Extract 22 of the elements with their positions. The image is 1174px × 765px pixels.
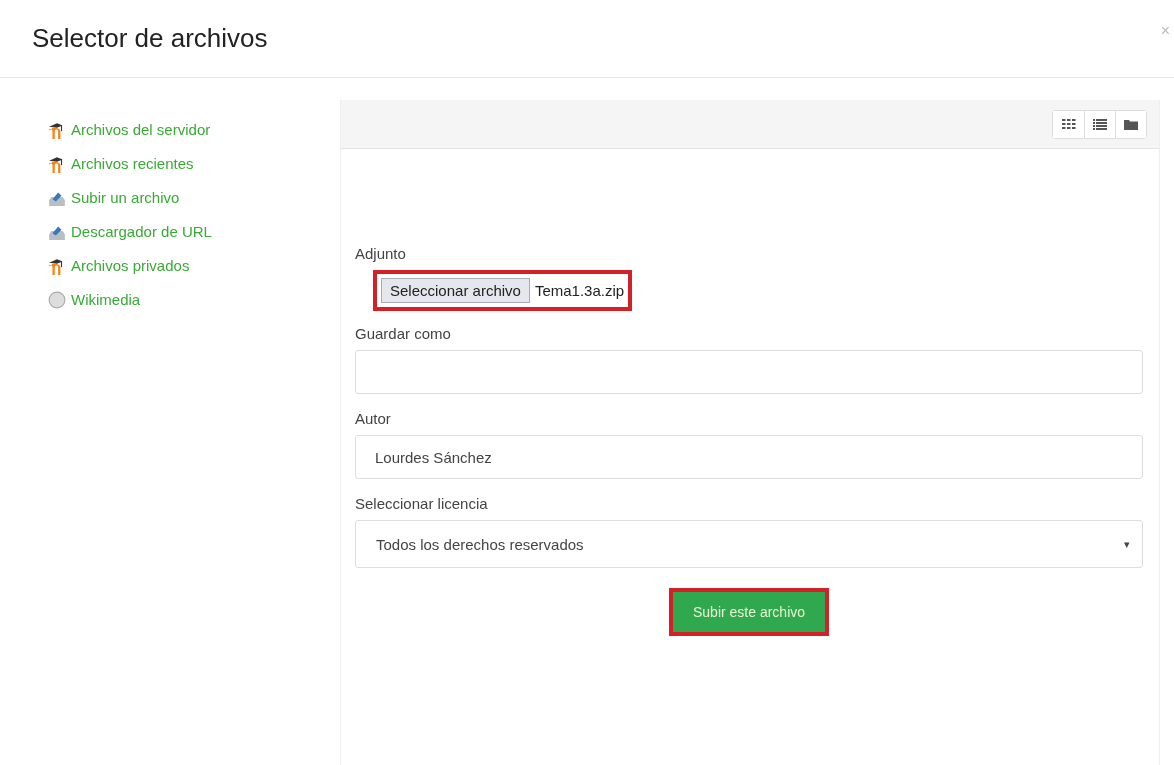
caret-icon: ▾ — [1124, 537, 1130, 551]
author-field[interactable]: Lourdes Sánchez — [355, 435, 1143, 479]
file-name: Tema1.3a.zip — [534, 282, 625, 299]
select-value: Todos los derechos reservados — [376, 535, 584, 553]
folder-icon — [1124, 118, 1138, 130]
upload-button[interactable]: Subir este archivo — [672, 592, 826, 632]
close-button[interactable]: × — [1156, 21, 1174, 40]
field-label: Seleccionar licencia — [355, 495, 489, 512]
field-label: Autor — [355, 410, 392, 427]
list-icon — [1093, 118, 1107, 130]
graduation-cap-icon — [48, 154, 66, 173]
grid-icon — [1061, 119, 1076, 129]
save-as-field[interactable] — [355, 350, 1143, 394]
graduation-cap-icon — [48, 120, 66, 139]
license-select[interactable]: Todos los derechos reservados ▾ — [355, 520, 1143, 568]
graduation-cap-icon — [48, 256, 66, 275]
dialog-title: Selector de archivos — [32, 23, 268, 54]
field-label: Guardar como — [355, 325, 452, 342]
choose-file-button[interactable]: Seleccionar archivo — [381, 278, 530, 303]
globe-icon — [48, 290, 66, 309]
field-label: Adjunto — [355, 245, 407, 262]
folder-view-button[interactable] — [1115, 110, 1146, 138]
